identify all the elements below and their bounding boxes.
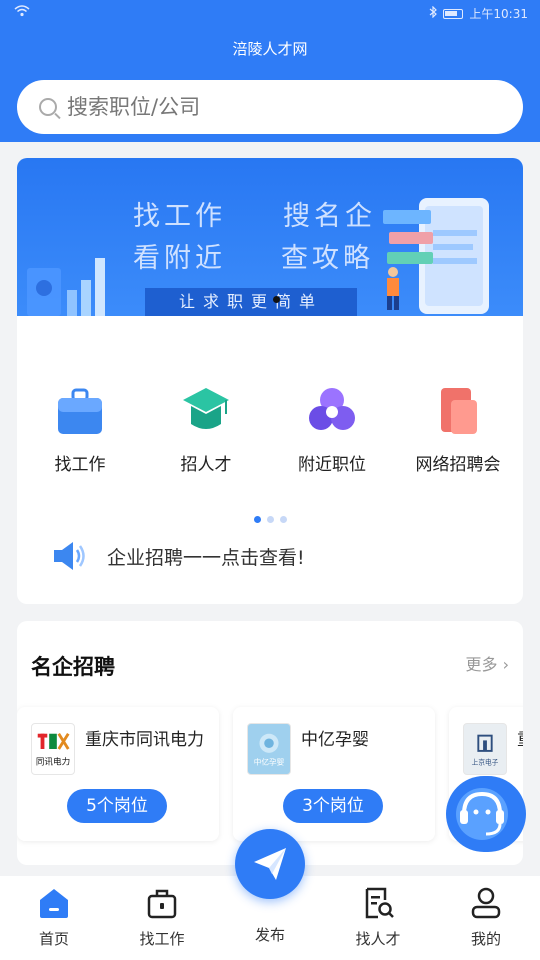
- tab-mine[interactable]: 我的: [432, 876, 540, 960]
- job-count-button[interactable]: 3个岗位: [283, 789, 383, 823]
- home-icon: [40, 889, 68, 918]
- more-label: 更多: [465, 655, 498, 674]
- graduation-cap-icon: [183, 388, 229, 429]
- location-circles-icon: [309, 388, 355, 430]
- quick-link-online-fair[interactable]: 网络招聘会: [395, 384, 521, 475]
- user-icon: [471, 887, 501, 919]
- briefcase-icon: [58, 388, 102, 434]
- company-name: 重: [517, 725, 523, 750]
- job-count-button[interactable]: 5个岗位: [67, 789, 167, 823]
- banner-text: 找工作: [133, 201, 226, 232]
- status-bar: 上午10:31: [0, 0, 540, 26]
- search-input[interactable]: [67, 95, 467, 119]
- main-card: 找工作 搜名企 看附近 查攻略 让求职更简单 找工作 招人才 附近职位 网络招聘…: [17, 158, 523, 604]
- battery-icon: [443, 8, 464, 19]
- banner-text: 看附近: [133, 243, 226, 274]
- tab-label: 首页: [38, 930, 69, 948]
- quick-link-label: 找工作: [54, 455, 106, 475]
- publish-button[interactable]: [235, 829, 305, 899]
- notice-text: 企业招聘一一点击查看!: [107, 546, 305, 569]
- tab-home[interactable]: 首页: [0, 876, 108, 960]
- bluetooth-icon: [429, 5, 438, 21]
- company-name: 重庆市同讯电力: [85, 730, 204, 750]
- header: 上午10:31 涪陵人才网: [0, 0, 540, 142]
- banner[interactable]: 找工作 搜名企 看附近 查攻略 让求职更简单: [17, 158, 523, 316]
- briefcase-outline-icon: [147, 889, 177, 919]
- banner-text: 查攻略: [281, 243, 374, 274]
- chevron-right-icon: ›: [502, 655, 509, 674]
- svg-text:上京电子: 上京电子: [472, 757, 499, 766]
- chart-illustration-icon: [27, 258, 105, 316]
- headset-icon: [456, 788, 508, 840]
- company-card[interactable]: 中亿孕婴 中亿孕婴 3个岗位: [233, 707, 435, 841]
- quick-link-label: 招人才: [180, 455, 232, 475]
- tab-label: 我的: [470, 930, 501, 948]
- pager-dot: [266, 516, 274, 523]
- banner-text: 搜名企: [283, 201, 376, 232]
- quick-links-pager: [17, 516, 523, 523]
- customer-service-button[interactable]: [446, 776, 526, 852]
- quick-link-recruit[interactable]: 招人才: [143, 384, 269, 475]
- carousel-dot: [273, 296, 280, 303]
- company-logo: 中亿孕婴: [247, 723, 291, 775]
- company-card[interactable]: 同讯电力 重庆市同讯电力 5个岗位: [17, 707, 219, 841]
- more-link[interactable]: 更多 ›: [465, 651, 509, 675]
- phone-illustration-icon: [383, 198, 489, 314]
- company-logo: 上京电子: [463, 723, 507, 775]
- banner-slogan: 让求职更简单: [145, 288, 357, 316]
- pager-dot: [253, 516, 261, 523]
- pager-dot: [279, 516, 287, 523]
- tab-label: 找工作: [139, 930, 185, 948]
- quick-links: 找工作 招人才 附近职位 网络招聘会: [17, 384, 523, 475]
- search-bar[interactable]: [17, 80, 523, 134]
- company-logo: 同讯电力: [31, 723, 75, 775]
- tab-label: 找人才: [355, 930, 401, 948]
- document-search-icon: [365, 887, 394, 919]
- tab-find-job[interactable]: 找工作: [108, 876, 216, 960]
- section-title: 名企招聘: [31, 655, 115, 679]
- tab-label: 发布: [254, 926, 285, 944]
- quick-link-nearby-jobs[interactable]: 附近职位: [269, 384, 395, 475]
- status-time: 上午10:31: [469, 7, 528, 21]
- notice-bar[interactable]: 企业招聘一一点击查看!: [51, 538, 305, 574]
- speaker-icon: [54, 542, 85, 570]
- quick-link-label: 附近职位: [298, 455, 366, 475]
- search-icon: [39, 98, 57, 116]
- quick-link-label: 网络招聘会: [415, 455, 501, 475]
- quick-link-find-job[interactable]: 找工作: [17, 384, 143, 475]
- tab-find-talent[interactable]: 找人才: [324, 876, 432, 960]
- svg-text:同讯电力: 同讯电力: [36, 755, 70, 767]
- cards-icon: [441, 388, 477, 434]
- app-title: 涪陵人才网: [232, 40, 308, 58]
- wifi-icon: [14, 5, 30, 20]
- svg-text:中亿孕婴: 中亿孕婴: [254, 756, 285, 766]
- company-name: 中亿孕婴: [301, 730, 369, 750]
- paper-plane-icon: [254, 848, 286, 880]
